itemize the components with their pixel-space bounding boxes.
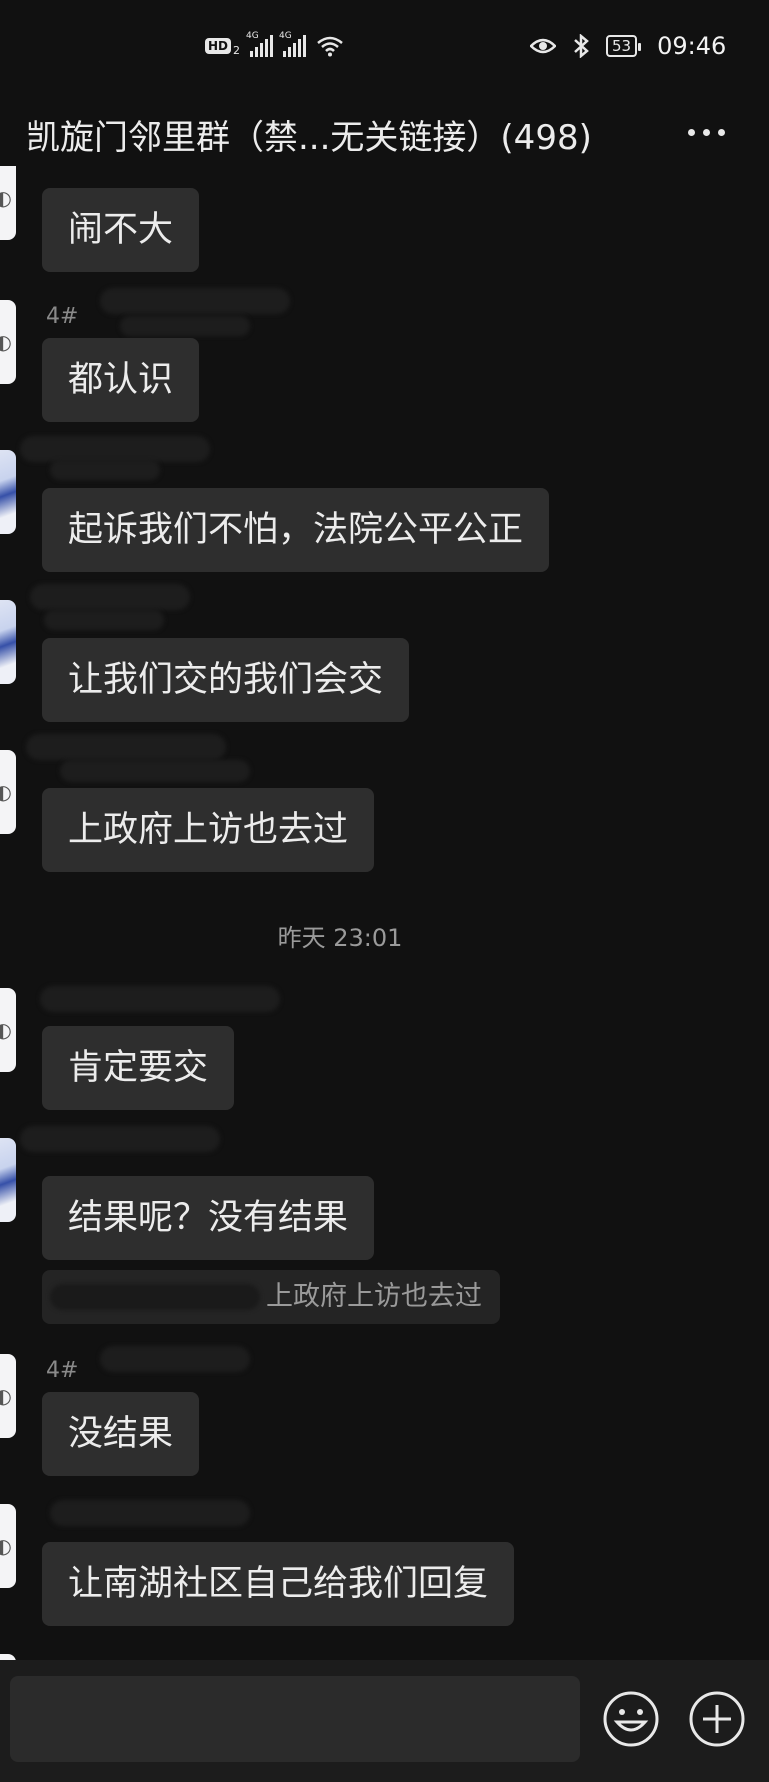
battery-icon: 53: [606, 35, 642, 57]
sender-name: 4#: [46, 1358, 79, 1383]
signal-strength-icon-1: 4G: [246, 31, 274, 57]
group-title[interactable]: 凯旋门邻里群（禁...无关链接）(498): [26, 110, 592, 159]
avatar[interactable]: ◐: [0, 300, 16, 384]
message-bubble[interactable]: 让我们交的我们会交: [42, 638, 410, 722]
signal-strength-icon-2: 4G: [279, 31, 307, 57]
message-bubble[interactable]: 闹不大: [42, 188, 200, 272]
message-bubble[interactable]: 起诉我们不怕，法院公平公正: [42, 488, 550, 572]
redacted-name: [60, 760, 250, 782]
redacted-name: [20, 436, 210, 462]
avatar[interactable]: [0, 600, 16, 684]
message-bubble[interactable]: 让南湖社区自己给我们回复: [42, 1542, 515, 1626]
message-bubble[interactable]: 没结果: [42, 1392, 200, 1476]
wifi-icon: [317, 36, 343, 56]
redacted-name: [100, 288, 290, 314]
plus-icon[interactable]: [688, 1690, 746, 1748]
status-clock: 09:46: [657, 32, 727, 60]
avatar[interactable]: ◐: [0, 1354, 16, 1438]
redacted-name: [44, 610, 164, 630]
redacted-name: [40, 986, 280, 1012]
avatar[interactable]: ◐: [0, 1504, 16, 1588]
sender-name: 4#: [46, 304, 79, 329]
avatar[interactable]: [0, 450, 16, 534]
bluetooth-icon: [574, 34, 589, 58]
message-input[interactable]: [10, 1676, 580, 1762]
redacted-quote-name: [50, 1284, 260, 1310]
status-icons-system: 53 09:46: [530, 32, 726, 60]
more-dots-icon[interactable]: [688, 122, 730, 142]
chat-header: 凯旋门邻里群（禁...无关链接）(498): [0, 100, 769, 166]
redacted-name: [20, 1126, 220, 1152]
message-list[interactable]: ◐ 闹不大 ◐ 4# 都认识 起诉我们不怕，法院公平公正 让我们交的我们会交 ◐…: [0, 166, 769, 1660]
signal-network-tag-2: 4G: [279, 30, 292, 41]
hd-voice-icon: HD: [205, 37, 232, 54]
avatar[interactable]: ◐: [0, 988, 16, 1072]
status-bar: HD 2 4G 4G 53 09:46: [0, 0, 769, 100]
redacted-name: [100, 1346, 250, 1372]
avatar[interactable]: [0, 1138, 16, 1222]
input-bar: [0, 1660, 769, 1782]
redacted-name: [26, 734, 226, 760]
redacted-name: [50, 460, 160, 480]
message-bubble[interactable]: 上政府上访也去过: [42, 788, 375, 872]
redacted-name: [50, 1500, 250, 1526]
status-icons-network: HD 2 4G 4G: [205, 31, 344, 57]
redacted-name: [120, 316, 250, 336]
hd-sim-index: 2: [233, 44, 241, 57]
avatar[interactable]: ◐: [0, 750, 16, 834]
message-bubble[interactable]: 都认识: [42, 338, 200, 422]
avatar[interactable]: ◐: [0, 166, 16, 240]
signal-network-tag-1: 4G: [246, 30, 259, 41]
eye-comfort-icon: [530, 38, 556, 54]
message-bubble[interactable]: 肯定要交: [42, 1026, 235, 1110]
message-bubble[interactable]: 结果呢？没有结果: [42, 1176, 375, 1260]
message-timestamp: 昨天 23:01: [277, 924, 403, 952]
redacted-name: [30, 584, 190, 610]
emoji-icon[interactable]: [602, 1690, 660, 1748]
